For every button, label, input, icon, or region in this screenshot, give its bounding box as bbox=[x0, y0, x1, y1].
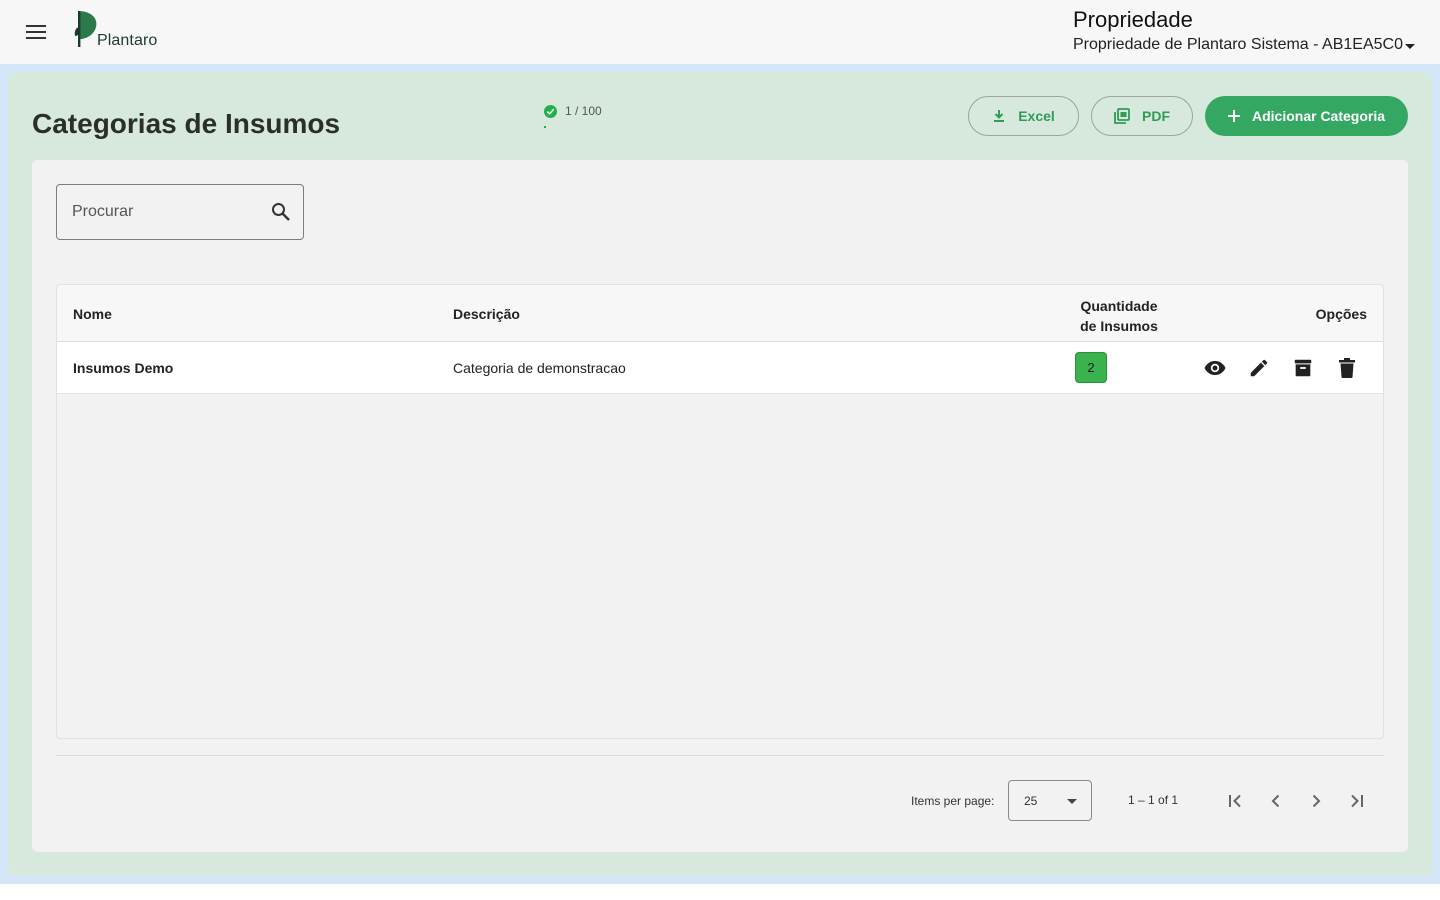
cell-nome: Insumos Demo bbox=[73, 360, 174, 376]
export-excel-label: Excel bbox=[1018, 108, 1055, 124]
usage-indicator: 1 / 100 bbox=[544, 104, 634, 134]
items-per-page-value: 25 bbox=[1024, 794, 1038, 808]
usage-text: 1 / 100 bbox=[565, 104, 602, 118]
caret-down-icon bbox=[1404, 43, 1415, 49]
archive-icon bbox=[1294, 359, 1312, 377]
first-page-icon bbox=[1229, 794, 1241, 808]
search-input[interactable] bbox=[72, 203, 262, 221]
archive-button[interactable] bbox=[1290, 355, 1316, 381]
property-selector: Propriedade Propriedade de Plantaro Sist… bbox=[1073, 6, 1433, 56]
caret-down-icon bbox=[1067, 799, 1077, 804]
plus-icon bbox=[1227, 110, 1240, 122]
logo-text: Plantaro bbox=[97, 32, 158, 49]
last-page-icon bbox=[1351, 794, 1363, 808]
column-header-quantidade-line1: Quantidade bbox=[1080, 298, 1158, 314]
cell-descricao: Categoria de demonstracao bbox=[453, 360, 626, 376]
check-circle-icon bbox=[544, 104, 557, 118]
search-field bbox=[56, 184, 304, 240]
previous-page-button[interactable] bbox=[1262, 787, 1290, 815]
view-button[interactable] bbox=[1202, 355, 1228, 381]
table-header: Nome Descrição Quantidade de Insumos Opç… bbox=[57, 285, 1383, 342]
column-header-quantidade-line2: de Insumos bbox=[1080, 318, 1158, 334]
edit-icon bbox=[1250, 359, 1268, 377]
column-header-descricao[interactable]: Descrição bbox=[453, 306, 520, 322]
column-header-nome[interactable]: Nome bbox=[73, 306, 112, 322]
quantity-badge: 2 bbox=[1075, 352, 1107, 383]
last-page-button[interactable] bbox=[1342, 787, 1370, 815]
page-range-label: 1 – 1 of 1 bbox=[1128, 793, 1179, 807]
picture-as-pdf-icon bbox=[1114, 108, 1130, 124]
view-icon bbox=[1204, 361, 1226, 375]
table-row[interactable]: Insumos Demo Categoria de demonstracao 2 bbox=[57, 342, 1383, 394]
plantaro-logo[interactable]: Plantaro bbox=[74, 9, 166, 53]
items-per-page-label: Items per page: bbox=[911, 794, 995, 808]
column-header-quantidade[interactable]: Quantidade de Insumos bbox=[1057, 296, 1181, 336]
property-dropdown[interactable]: Propriedade de Plantaro Sistema - AB1EA5… bbox=[1073, 34, 1433, 56]
page-title: Categorias de Insumos bbox=[32, 108, 341, 139]
edit-button[interactable] bbox=[1246, 355, 1272, 381]
menu-button[interactable] bbox=[16, 12, 56, 52]
export-pdf-label: PDF bbox=[1142, 108, 1170, 124]
top-bar: Plantaro Propriedade Propriedade de Plan… bbox=[0, 0, 1440, 64]
usage-progress-fill bbox=[544, 126, 546, 128]
first-page-button[interactable] bbox=[1222, 787, 1250, 815]
download-icon bbox=[992, 109, 1006, 123]
chevron-left-icon bbox=[1271, 794, 1280, 808]
next-page-button[interactable] bbox=[1302, 787, 1330, 815]
main-frame: Categorias de Insumos 1 / 100 Excel PDF … bbox=[0, 64, 1440, 884]
add-category-button[interactable]: Adicionar Categoria bbox=[1205, 96, 1408, 136]
property-title: Propriedade bbox=[1073, 7, 1193, 32]
delete-button[interactable] bbox=[1334, 355, 1360, 381]
menu-icon bbox=[26, 25, 46, 39]
categories-table: Nome Descrição Quantidade de Insumos Opç… bbox=[56, 284, 1384, 739]
items-per-page-select[interactable]: 25 bbox=[1008, 780, 1092, 821]
property-selected-value: Propriedade de Plantaro Sistema - AB1EA5… bbox=[1073, 36, 1403, 53]
table-card: Nome Descrição Quantidade de Insumos Opç… bbox=[32, 160, 1408, 852]
paginator: Items per page: 25 1 – 1 of 1 bbox=[32, 780, 1408, 822]
export-pdf-button[interactable]: PDF bbox=[1091, 96, 1193, 136]
content-panel: Categorias de Insumos 1 / 100 Excel PDF … bbox=[8, 72, 1432, 876]
column-header-opcoes: Opções bbox=[1315, 306, 1367, 322]
export-excel-button[interactable]: Excel bbox=[968, 96, 1079, 136]
paginator-divider bbox=[56, 755, 1384, 756]
add-category-label: Adicionar Categoria bbox=[1251, 108, 1386, 124]
leaf-logo-icon bbox=[74, 11, 97, 47]
delete-icon bbox=[1339, 358, 1355, 378]
search-icon[interactable] bbox=[271, 202, 291, 227]
usage-progress-bar bbox=[544, 126, 604, 128]
chevron-right-icon bbox=[1312, 794, 1321, 808]
